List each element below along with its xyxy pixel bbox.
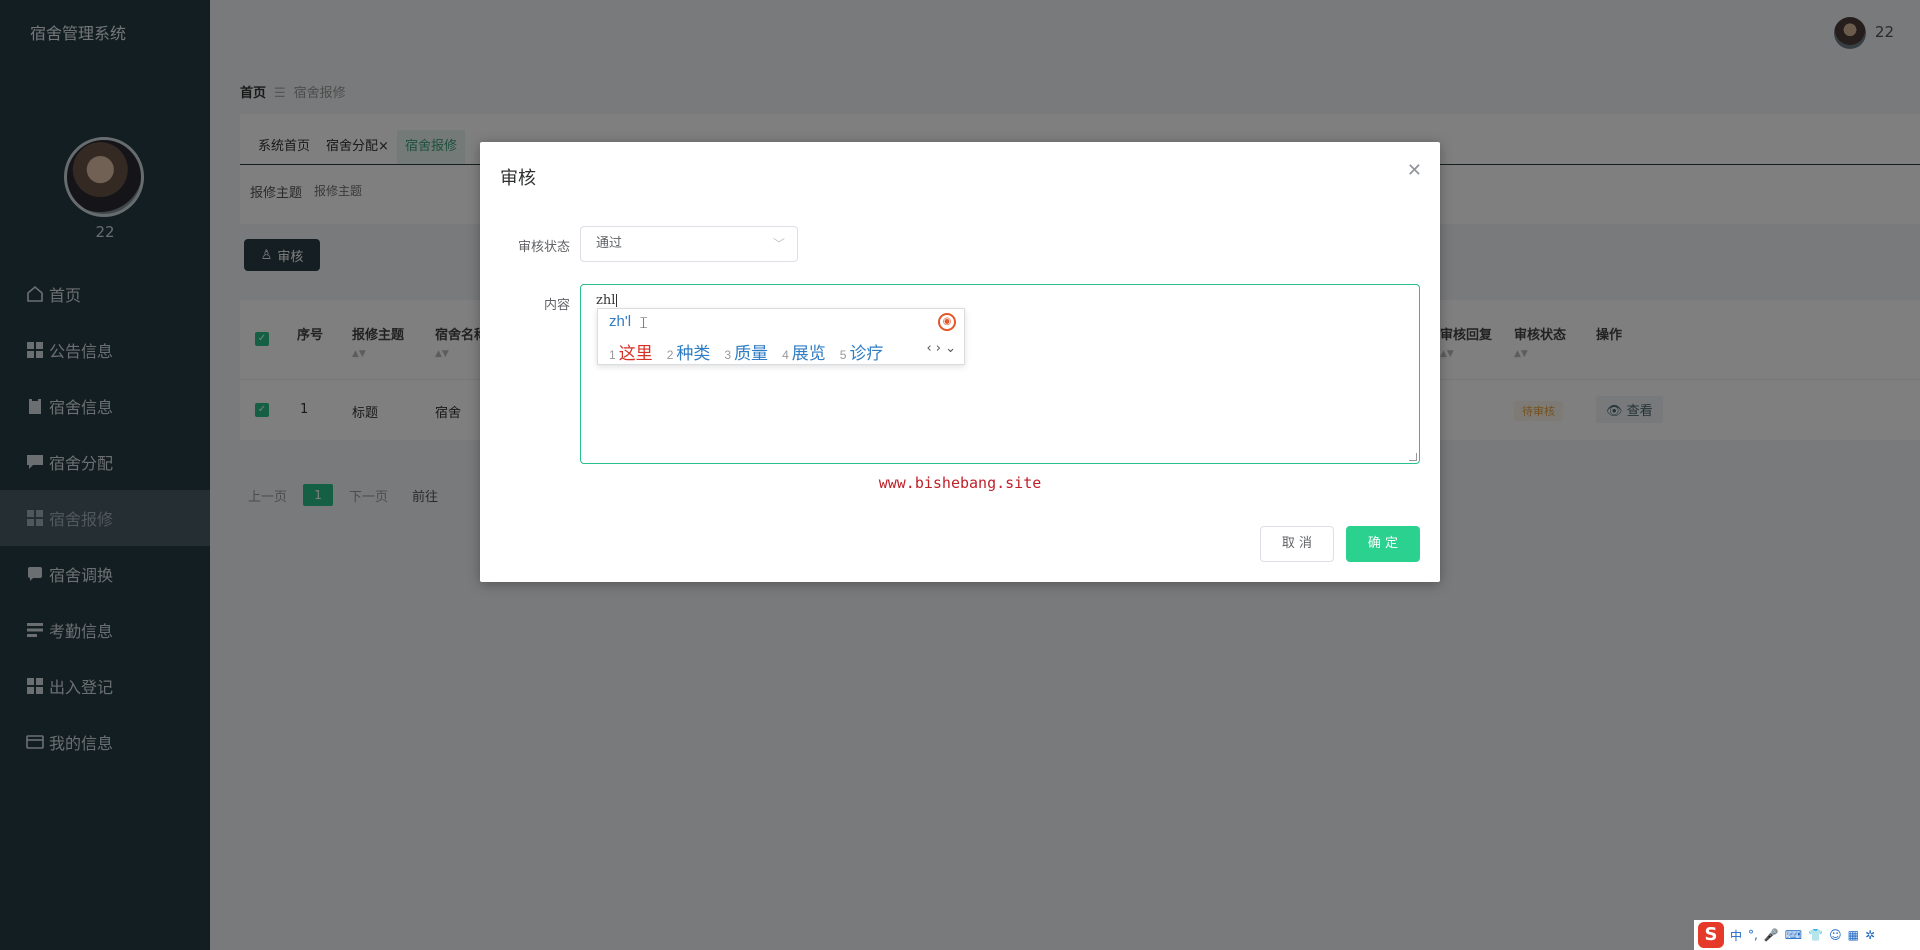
text-caret [616, 294, 618, 307]
cancel-button[interactable]: 取 消 [1260, 526, 1334, 562]
apps-icon[interactable]: ▦ [1848, 928, 1859, 942]
audit-dialog: 审核 ✕ 审核状态 通过 ﹀ 内容 zhl zh'l 𝙸 ◉ 1 这里 2 种类 3… [480, 142, 1440, 582]
content-label: 内容 [543, 298, 570, 313]
settings-icon[interactable]: ✲ [1865, 928, 1875, 942]
status-label: 审核状态 [517, 240, 570, 255]
robot-icon[interactable]: ☺ [1829, 928, 1842, 942]
ime-candidate[interactable]: 3 质量 [724, 339, 768, 364]
sogou-logo-icon[interactable]: S [1698, 922, 1724, 948]
ime-tray: S 中 °, 🎤 ⌨ 👕 ☺ ▦ ✲ [1694, 920, 1920, 950]
ime-candidates: 1 这里 2 种类 3 质量 4 展览 5 诊疗 [609, 339, 883, 364]
clothes-icon[interactable]: 👕 [1808, 928, 1823, 942]
ime-candidate-popup: zh'l 𝙸 ◉ 1 这里 2 种类 3 质量 4 展览 5 诊疗 ‹ › ⌄ [597, 308, 965, 365]
content-text: zhl [596, 293, 616, 308]
ime-skin-icon[interactable]: ◉ [938, 313, 956, 331]
ibeam-cursor-icon: 𝙸 [638, 313, 650, 332]
tray-lang[interactable]: 中 [1730, 927, 1742, 944]
ime-candidate[interactable]: 1 这里 [609, 339, 653, 364]
ime-candidate[interactable]: 4 展览 [782, 339, 826, 364]
status-select-value: 通过 [596, 236, 623, 251]
keyboard-icon[interactable]: ⌨ [1785, 928, 1802, 942]
tray-punct[interactable]: °, [1748, 928, 1758, 942]
resize-handle-icon[interactable] [1409, 453, 1417, 461]
ime-pinyin: zh'l [609, 313, 632, 330]
microphone-icon[interactable]: 🎤 [1764, 928, 1779, 942]
ime-nav-icon[interactable]: ‹ › ⌄ [926, 341, 956, 356]
dialog-title: 审核 [500, 168, 536, 189]
status-select[interactable]: 通过 ﹀ [580, 226, 798, 262]
confirm-button[interactable]: 确 定 [1346, 526, 1420, 562]
close-icon[interactable]: ✕ [1407, 160, 1422, 181]
ime-candidate[interactable]: 2 种类 [667, 339, 711, 364]
watermark-text: www.bishebang.site [878, 474, 1042, 492]
ime-candidate[interactable]: 5 诊疗 [840, 339, 884, 364]
chevron-down-icon: ﹀ [772, 237, 785, 251]
